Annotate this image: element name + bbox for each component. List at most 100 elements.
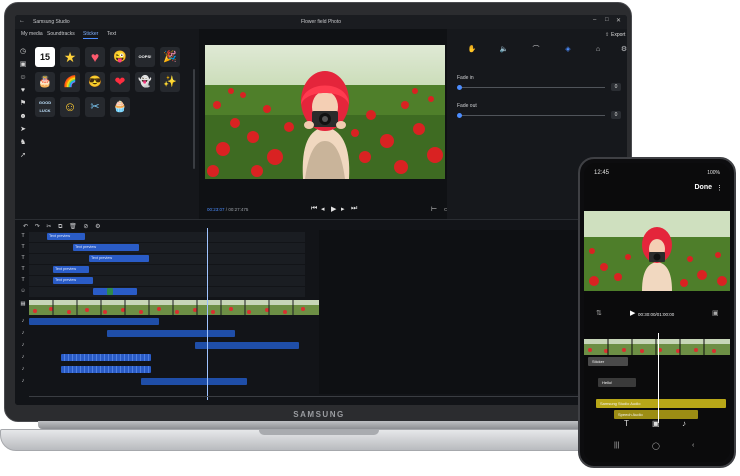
fade-out-slider[interactable] [457,113,462,118]
mute-icon[interactable]: ⊘ [83,224,88,230]
delete-icon[interactable]: 🗑 [69,224,77,230]
skip-start-icon[interactable]: ⏮ [311,205,317,213]
red-heart-sticker[interactable]: ❤ [110,72,130,92]
badge-icon[interactable]: ▣ [18,60,28,70]
track-row [29,287,305,297]
tab-soundtracks[interactable]: Soundtracks [47,31,75,37]
video-strip[interactable] [29,300,319,315]
fade-out-track[interactable] [459,115,605,116]
clock-icon[interactable]: ◷ [18,47,28,57]
phone-playhead[interactable] [658,333,659,423]
done-button[interactable]: Done [695,184,713,191]
text-track-icon: T [21,255,25,261]
preview-video[interactable] [205,45,445,179]
emoji-icon[interactable]: ☺ [18,73,28,83]
heart-icon[interactable]: ♥ [18,86,28,96]
step-forward-icon[interactable]: ▸ [341,205,345,213]
phone-audio-track[interactable]: Samsung Studio Audio [596,399,726,408]
play-icon[interactable]: ▶ [630,309,635,317]
audio-waveform-clip[interactable] [61,366,151,373]
duplicate-icon[interactable]: ⧉ [58,224,62,230]
audio-track-icon: ♪ [21,330,25,336]
maximize-icon[interactable]: □ [605,17,609,23]
more-settings-icon[interactable]: ⚙ [619,45,627,55]
fade-in-track[interactable] [459,87,605,88]
text-clip[interactable]: Text preview [47,233,85,240]
good-luck-sticker[interactable]: GOOD LUCK [35,97,55,117]
speed-icon[interactable]: ⌒ [531,45,541,55]
sparkle-sticker[interactable]: ✨ [160,72,180,92]
media-library-pane: My media Soundtracks Sticker Text ◷ ▣ ☺ … [15,29,199,219]
redo-icon[interactable]: ↷ [35,224,40,230]
tab-my-media[interactable]: My media [21,31,43,37]
export-icon[interactable]: ⇪ [605,32,609,38]
heart-sticker[interactable]: ♥ [85,47,105,67]
arrow-icon[interactable]: ➚ [18,151,28,161]
split-clip-icon[interactable]: ✂ [46,224,51,230]
adjust-icon[interactable]: ✋ [467,45,477,55]
audio-clip[interactable] [29,318,159,325]
back-nav-icon[interactable]: ‹ [692,442,694,449]
face-icon[interactable]: ☻ [18,112,28,122]
tab-sticker[interactable]: Sticker [83,31,99,39]
party-popper-sticker[interactable]: 🎉 [160,47,180,67]
audio-clip[interactable] [141,378,247,385]
export-button[interactable]: Export [611,32,625,38]
star-sticker[interactable]: ★ [60,47,80,67]
sticker-tool-icon[interactable]: ▣ [652,419,660,428]
eraser-icon[interactable]: ⌂ [593,45,603,55]
oops-sticker[interactable]: OOPS! [135,47,155,67]
text-clip[interactable]: Text preview [53,277,93,284]
sticker-marker[interactable] [107,288,113,295]
smiley-face-sticker[interactable]: ☺ [60,97,80,117]
audio-clip[interactable] [195,342,299,349]
fade-in-slider[interactable] [457,85,462,90]
skip-end-icon[interactable]: ⏭ [351,205,357,213]
fade-in-value[interactable]: 0 [611,83,621,91]
recents-nav-icon[interactable]: ||| [614,442,619,449]
scrollbar[interactable] [193,69,195,169]
close-icon[interactable]: ✕ [616,17,621,24]
phone-speech-track[interactable]: Speech Audio [614,410,698,419]
text-clip[interactable]: Text preview [53,266,89,273]
fullscreen-icon[interactable]: ▣ [712,309,719,317]
fox-icon[interactable]: ♞ [18,138,28,148]
fifteen-badge-sticker[interactable]: 15 [35,47,55,67]
audio-clip[interactable] [107,330,235,337]
timeline-playhead[interactable] [207,228,208,400]
laughing-face-sticker[interactable]: 😜 [110,47,130,67]
text-clip[interactable]: Text preview [89,255,149,262]
more-options-icon[interactable]: ⋮ [716,184,723,192]
fade-out-value[interactable]: 0 [611,111,621,119]
audio-waveform-clip[interactable] [61,354,151,361]
product-showcase: ← Samsung Studio Flower field Photo – □ … [0,0,740,476]
cupcake-sticker[interactable]: 🧁 [110,97,130,117]
music-tool-icon[interactable]: ♪ [682,419,686,428]
minimize-icon[interactable]: – [593,17,596,23]
sticker-clip[interactable] [93,288,137,295]
hairdryer-sticker[interactable]: ✂ [85,97,105,117]
cool-face-sticker[interactable]: 😎 [85,72,105,92]
settings-icon[interactable]: ⚙ [95,224,100,230]
adjust-icon[interactable]: ⇅ [596,309,602,317]
home-nav-icon[interactable]: ◯ [652,442,660,450]
cake-sticker[interactable]: 🎂 [35,72,55,92]
text-track-icon: T [21,233,25,239]
step-back-icon[interactable]: ◂ [321,205,325,213]
volume-icon[interactable]: 🔈 [499,45,509,55]
phone-video-strip[interactable] [584,339,730,355]
split-icon[interactable]: ⊢ [431,205,437,213]
text-tool-icon[interactable]: T [624,419,629,428]
phone-sticker-track[interactable]: Sticker [588,357,628,366]
paper-plane-icon[interactable]: ➤ [18,125,28,135]
phone-preview-video[interactable] [584,211,730,291]
ghost-sticker[interactable]: 👻 [135,72,155,92]
phone-text-track[interactable]: Hello! [598,378,636,387]
tab-text[interactable]: Text [107,31,116,37]
audio-fade-icon[interactable]: ◈ [563,45,573,55]
rainbow-sticker[interactable]: 🌈 [60,72,80,92]
undo-icon[interactable]: ↶ [23,224,28,230]
play-icon[interactable]: ▶ [331,205,336,213]
text-clip[interactable]: Text preview [73,244,139,251]
flag-icon[interactable]: ⚑ [18,99,28,109]
